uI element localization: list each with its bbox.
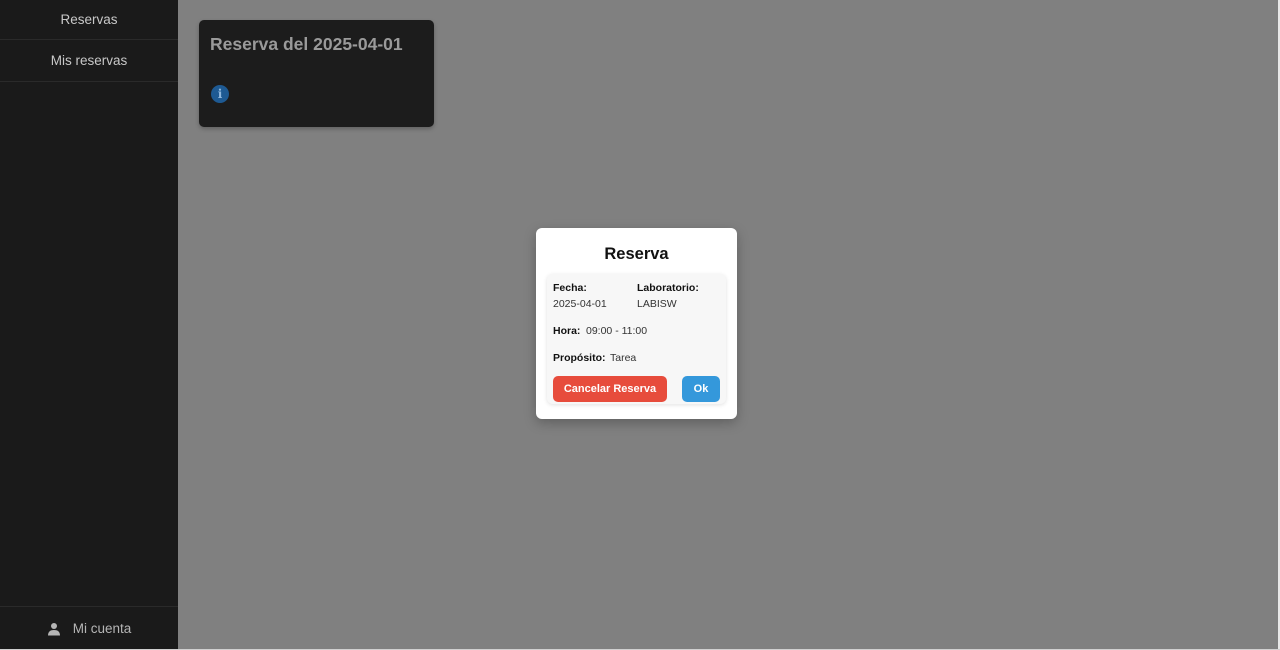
- account-label: Mi cuenta: [72, 621, 132, 636]
- account-button[interactable]: Mi cuenta: [0, 606, 178, 650]
- sidebar-item-mis-reservas[interactable]: Mis reservas: [0, 40, 178, 82]
- modal-title: Reserva: [604, 245, 669, 263]
- laboratorio-label: Laboratorio:: [637, 282, 699, 294]
- hora-value: 09:00 - 11:00: [586, 325, 648, 337]
- proposito-label: Propósito:: [553, 352, 606, 364]
- user-icon: [47, 622, 60, 635]
- fecha-label: Fecha:: [553, 282, 587, 294]
- proposito-value: Tarea: [610, 352, 637, 364]
- modal-details: Fecha: 2025-04-01 Laboratorio: LABISW Ho…: [547, 274, 726, 404]
- cancel-reservation-button[interactable]: Cancelar Reserva: [553, 376, 667, 402]
- sidebar-item-label: Reservas: [60, 12, 118, 27]
- ok-button[interactable]: Ok: [682, 376, 720, 402]
- sidebar-item-reservas[interactable]: Reservas: [0, 0, 178, 40]
- fecha-value: 2025-04-01: [553, 298, 607, 310]
- card-title: Reserva del 2025-04-01: [210, 34, 403, 54]
- sidebar: Reservas Mis reservas Mi cuenta: [0, 0, 178, 650]
- info-icon[interactable]: i: [211, 85, 229, 103]
- sidebar-item-label: Mis reservas: [50, 53, 128, 68]
- reservation-modal: Reserva Fecha: 2025-04-01 Laboratorio: L…: [536, 228, 737, 419]
- hora-label: Hora:: [553, 325, 581, 337]
- reservation-card: Reserva del 2025-04-01 i: [199, 20, 434, 127]
- laboratorio-value: LABISW: [637, 298, 677, 310]
